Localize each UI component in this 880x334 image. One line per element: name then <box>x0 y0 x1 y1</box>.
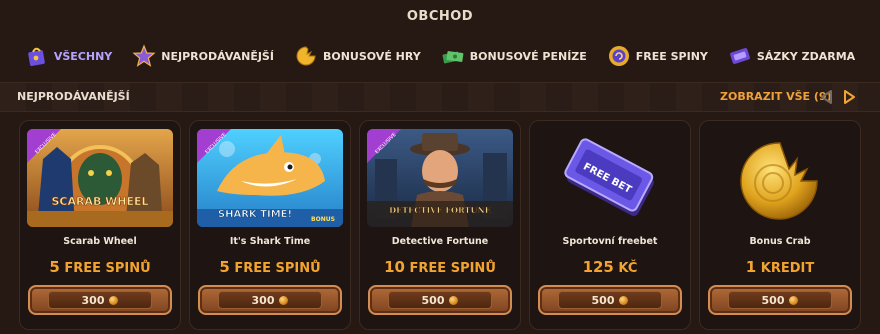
reward: 5 FREE SPINŮ <box>190 258 350 276</box>
filter-free-spins[interactable]: FREE SPINY <box>607 44 708 68</box>
bonus-crab-icon <box>294 44 318 68</box>
reward: 1 KREDIT <box>700 258 860 276</box>
price-value: 500 <box>591 293 615 307</box>
game-thumbnail <box>367 129 513 227</box>
product-card[interactable]: FREE BET Sportovní freebet 125 KČ 500 <box>529 120 691 330</box>
price-value: 500 <box>761 293 785 307</box>
buy-button[interactable]: 300 <box>28 285 172 315</box>
chevron-right-icon <box>844 90 855 104</box>
product-card[interactable]: Bonus Crab 1 KREDIT 500 <box>699 120 861 330</box>
card-title: Bonus Crab <box>749 236 811 247</box>
filter-label: VŠECHNY <box>53 49 113 63</box>
filter-label: FREE SPINY <box>635 49 708 63</box>
filter-bar: VŠECHNY NEJPRODÁVANĚJŠÍ BONUSOVÉ HRY BON… <box>0 44 880 68</box>
buy-button[interactable]: 500 <box>538 285 682 315</box>
star-icon <box>132 44 156 68</box>
reward-amount: 1 <box>745 258 757 276</box>
carousel-prev-button[interactable] <box>818 88 836 106</box>
filter-label: NEJPRODÁVANĚJŠÍ <box>161 49 274 63</box>
section-title: NEJPRODÁVANĚJŠÍ <box>17 90 130 103</box>
reward-amount: 5 <box>49 258 60 276</box>
reward-unit: FREE SPINŮ <box>64 261 151 276</box>
filter-bonus-games[interactable]: BONUSOVÉ HRY <box>294 44 421 68</box>
price-value: 500 <box>421 293 445 307</box>
card-title: Scarab Wheel <box>63 236 137 247</box>
filter-bestsellers[interactable]: NEJPRODÁVANĚJŠÍ <box>132 44 274 68</box>
reward: 5 FREE SPINŮ <box>20 258 180 276</box>
filter-label: BONUSOVÉ PENÍZE <box>469 49 587 63</box>
product-card[interactable]: EXCLUSIVE SHARK TIME! BONUS It's Shark T… <box>189 120 351 330</box>
product-card[interactable]: EXCLUSIVE DETECTIVE FORTUNE Detective Fo… <box>359 120 521 330</box>
game-thumbnail <box>27 129 173 227</box>
carousel-next-button[interactable] <box>840 88 858 106</box>
reward-amount: 5 <box>219 258 230 276</box>
coin-icon <box>449 295 459 305</box>
reward-amount: 125 <box>582 258 614 276</box>
chevron-left-icon <box>821 90 832 104</box>
coin-icon <box>789 295 799 305</box>
buy-button[interactable]: 300 <box>198 285 342 315</box>
product-card[interactable]: EXCLUSIVE SCARAB WHEEL Scarab Wheel 5 FR… <box>19 120 181 330</box>
reward-unit: FREE SPINŮ <box>234 261 321 276</box>
bonus-crab-image <box>707 129 853 227</box>
reward: 125 KČ <box>530 258 690 276</box>
game-thumbnail <box>197 129 343 227</box>
reward-unit: FREE SPINŮ <box>409 261 496 276</box>
card-title: Sportovní freebet <box>562 236 658 247</box>
filter-label: BONUSOVÉ HRY <box>322 49 421 63</box>
buy-button[interactable]: 500 <box>368 285 512 315</box>
buy-button[interactable]: 500 <box>708 285 852 315</box>
price-value: 300 <box>81 293 105 307</box>
freebet-ticket-image <box>537 129 683 227</box>
coin-icon <box>279 295 289 305</box>
coin-icon <box>109 295 119 305</box>
reward-unit: KREDIT <box>760 261 815 276</box>
coin-icon <box>619 295 629 305</box>
reward: 10 FREE SPINŮ <box>360 258 520 276</box>
card-title: It's Shark Time <box>229 236 311 247</box>
reward-amount: 10 <box>384 258 405 276</box>
money-stack-icon <box>441 44 465 68</box>
price-value: 300 <box>251 293 275 307</box>
shopping-bag-icon <box>25 44 49 68</box>
card-title: Detective Fortune <box>391 236 489 247</box>
free-bet-ticket-icon <box>728 44 752 68</box>
filter-free-bets[interactable]: SÁZKY ZDARMA <box>728 44 855 68</box>
filter-label: SÁZKY ZDARMA <box>756 49 856 63</box>
reward-unit: KČ <box>618 261 638 276</box>
filter-all[interactable]: VŠECHNY <box>25 44 112 68</box>
view-all-link[interactable]: ZOBRAZIT VŠE (9) <box>720 90 832 103</box>
filter-bonus-money[interactable]: BONUSOVÉ PENÍZE <box>441 44 587 68</box>
free-spin-coin-icon <box>607 44 631 68</box>
page-title: OBCHOD <box>406 9 474 24</box>
